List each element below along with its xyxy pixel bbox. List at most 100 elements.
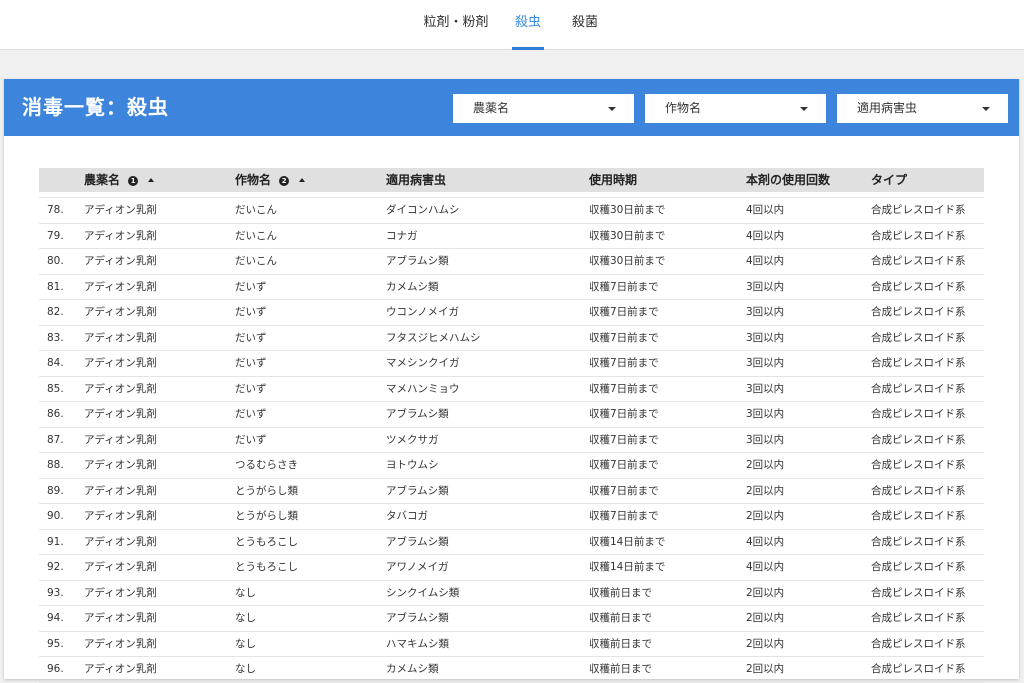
table-row[interactable]: 85. アディオン乳剤 だいず マメハンミョウ 収穫7日前まで 3回以内 合成ピレスロイド系	[39, 377, 984, 402]
table-row[interactable]: 86. アディオン乳剤 だいず アブラムシ類 収穫7日前まで 3回以内 合成ピレスロイド系	[39, 402, 984, 428]
cell-pesticide-name: アディオン乳剤	[84, 612, 157, 624]
pesticide-filter-dropdown[interactable]: 農薬名	[453, 94, 634, 123]
cell-pesticide-type: 合成ピレスロイド系	[871, 586, 966, 599]
cell-pesticide-name: アディオン乳剤	[84, 433, 157, 446]
cell-pesticide-type: 合成ピレスロイド系	[871, 510, 966, 522]
cell-row-number: 80.	[47, 255, 64, 267]
column-header-crop[interactable]: 作物名 2	[235, 168, 306, 192]
cell-usage-count: 4回以内	[746, 229, 785, 242]
cell-crop-name: だいず	[235, 408, 267, 420]
cell-target-pest: アブラムシ類	[386, 484, 449, 497]
cell-pesticide-name: アディオン乳剤	[84, 382, 157, 395]
cell-pesticide-name: アディオン乳剤	[84, 204, 157, 216]
cell-usage-count: 2回以内	[746, 510, 785, 522]
cell-crop-name: とうがらし類	[235, 510, 298, 522]
cell-target-pest: タバコガ	[386, 510, 428, 522]
table-row[interactable]: 89. アディオン乳剤 とうがらし類 アブラムシ類 収穫7日前まで 2回以内 合成ピレスロイ…	[39, 479, 984, 504]
cell-pesticide-type: 合成ピレスロイド系	[871, 408, 966, 420]
cell-pesticide-name: アディオン乳剤	[84, 510, 157, 522]
table-row[interactable]: 83. アディオン乳剤 だいず フタスジヒメハムシ 収穫7日前まで 3回以内 合成ピレスロイ…	[39, 326, 984, 351]
table-row[interactable]: 91. アディオン乳剤 とうもろこし アブラムシ類 収穫14日前まで 4回以内 合成ピレスロ…	[39, 530, 984, 555]
cell-usage-count: 3回以内	[746, 331, 785, 344]
cell-target-pest: カメムシ類	[386, 663, 439, 675]
cell-usage-count: 2回以内	[746, 663, 785, 675]
cell-crop-name: とうもろこし	[235, 535, 298, 548]
cell-pesticide-name: アディオン乳剤	[84, 280, 157, 293]
table-row[interactable]: 95. アディオン乳剤 なし ハマキムシ類 収穫前日まで 2回以内 合成ピレスロイド系	[39, 632, 984, 657]
crop-filter-dropdown[interactable]: 作物名	[645, 94, 826, 123]
table-row[interactable]: 87. アディオン乳剤 だいず ツメクサガ 収穫7日前まで 3回以内 合成ピレスロイド系	[39, 428, 984, 453]
table-row[interactable]: 80. アディオン乳剤 だいこん アブラムシ類 収穫30日前まで 4回以内 合成ピレスロイド…	[39, 249, 984, 275]
cell-target-pest: ヨトウムシ	[386, 459, 439, 471]
table-row[interactable]: 81. アディオン乳剤 だいず カメムシ類 収穫7日前まで 3回以内 合成ピレスロイド系	[39, 275, 984, 300]
cell-crop-name: なし	[235, 612, 256, 624]
cell-pesticide-type: 合成ピレスロイド系	[871, 306, 966, 318]
sort-order-badge: 1	[128, 175, 139, 186]
table-row[interactable]: 93. アディオン乳剤 なし シンクイムシ類 収穫前日まで 2回以内 合成ピレスロイド系	[39, 581, 984, 606]
cell-usage-timing: 収穫7日前まで	[589, 306, 659, 318]
table-row[interactable]: 96. アディオン乳剤 なし カメムシ類 収穫前日まで 2回以内 合成ピレスロイド系	[39, 657, 984, 683]
cell-usage-timing: 収穫7日前まで	[589, 459, 659, 471]
cell-usage-timing: 収穫前日まで	[589, 637, 652, 650]
tab-fungicide[interactable]: 殺菌	[567, 0, 603, 50]
cell-crop-name: なし	[235, 663, 256, 675]
caret-down-icon	[982, 107, 990, 111]
panel-header: 消毒一覧：殺虫 農薬名 作物名 適用病害虫	[4, 79, 1019, 136]
cell-crop-name: だいず	[235, 331, 267, 344]
cell-crop-name: とうもろこし	[235, 561, 298, 573]
dropdown-label: 適用病害虫	[857, 101, 918, 115]
caret-down-icon	[608, 107, 616, 111]
cell-usage-count: 4回以内	[746, 255, 785, 267]
cell-target-pest: コナガ	[386, 229, 418, 242]
table-row[interactable]: 79. アディオン乳剤 だいこん コナガ 収穫30日前まで 4回以内 合成ピレスロイド系	[39, 224, 984, 249]
column-header-timing[interactable]: 使用時期	[589, 168, 637, 192]
cell-crop-name: とうがらし類	[235, 484, 298, 497]
column-header-type[interactable]: タイプ	[871, 168, 907, 192]
cell-target-pest: ハマキムシ類	[386, 637, 449, 650]
sort-order-badge: 2	[279, 175, 290, 186]
column-header-usage-count[interactable]: 本剤の使用回数	[746, 168, 830, 192]
list-panel: 消毒一覧：殺虫 農薬名 作物名 適用病害虫 農薬名 1 作物名 2 適用病害虫 …	[4, 79, 1019, 683]
cell-pesticide-type: 合成ピレスロイド系	[871, 204, 966, 216]
cell-pesticide-type: 合成ピレスロイド系	[871, 561, 966, 573]
cell-crop-name: だいこん	[235, 204, 277, 216]
top-nav: 粒剤・粉剤 殺虫 殺菌	[0, 0, 1024, 50]
cell-usage-count: 4回以内	[746, 204, 785, 216]
cell-row-number: 88.	[47, 459, 64, 471]
cell-row-number: 81.	[47, 280, 64, 293]
table-row[interactable]: 78. アディオン乳剤 だいこん ダイコンハムシ 収穫30日前まで 4回以内 合成ピレスロイ…	[39, 197, 984, 224]
cell-pesticide-type: 合成ピレスロイド系	[871, 637, 966, 650]
cell-row-number: 78.	[47, 204, 64, 216]
cell-usage-timing: 収穫前日まで	[589, 586, 652, 599]
cell-usage-timing: 収穫30日前まで	[589, 204, 666, 216]
cell-row-number: 91.	[47, 535, 64, 548]
cell-usage-timing: 収穫前日まで	[589, 663, 652, 675]
active-tab-indicator	[512, 47, 544, 50]
cell-row-number: 83.	[47, 331, 64, 344]
table-row[interactable]: 82. アディオン乳剤 だいず ウコンノメイガ 収穫7日前まで 3回以内 合成ピレスロイド系	[39, 300, 984, 326]
dropdown-label: 作物名	[665, 101, 702, 115]
table-row[interactable]: 88. アディオン乳剤 つるむらさき ヨトウムシ 収穫7日前まで 2回以内 合成ピレスロイド…	[39, 453, 984, 479]
table-row[interactable]: 92. アディオン乳剤 とうもろこし アワノメイガ 収穫14日前まで 4回以内 合成ピレスロ…	[39, 555, 984, 581]
tab-insecticide[interactable]: 殺虫	[512, 0, 544, 50]
dropdown-label: 農薬名	[473, 101, 510, 115]
tab-label: 殺菌	[571, 15, 598, 30]
cell-usage-timing: 収穫30日前まで	[589, 255, 666, 267]
column-label: 作物名	[235, 173, 272, 187]
cell-row-number: 89.	[47, 484, 64, 497]
pest-filter-dropdown[interactable]: 適用病害虫	[837, 94, 1008, 123]
cell-pesticide-type: 合成ピレスロイド系	[871, 459, 966, 471]
cell-target-pest: アブラムシ類	[386, 535, 449, 548]
table-row[interactable]: 84. アディオン乳剤 だいず マメシンクイガ 収穫7日前まで 3回以内 合成ピレスロイド系	[39, 351, 984, 377]
cell-pesticide-type: 合成ピレスロイド系	[871, 535, 966, 548]
cell-pesticide-type: 合成ピレスロイド系	[871, 484, 966, 497]
table-row[interactable]: 94. アディオン乳剤 なし アブラムシ類 収穫前日まで 2回以内 合成ピレスロイド系	[39, 606, 984, 632]
column-header-pest[interactable]: 適用病害虫	[386, 168, 446, 192]
cell-pesticide-type: 合成ピレスロイド系	[871, 382, 966, 395]
cell-target-pest: ダイコンハムシ	[386, 204, 460, 216]
cell-usage-count: 2回以内	[746, 459, 785, 471]
column-header-pesticide[interactable]: 農薬名 1	[84, 168, 155, 192]
table-row[interactable]: 90. アディオン乳剤 とうがらし類 タバコガ 収穫7日前まで 2回以内 合成ピレスロイド系	[39, 504, 984, 530]
tab-granules-powders[interactable]: 粒剤・粉剤	[413, 0, 499, 50]
cell-pesticide-name: アディオン乳剤	[84, 663, 157, 675]
